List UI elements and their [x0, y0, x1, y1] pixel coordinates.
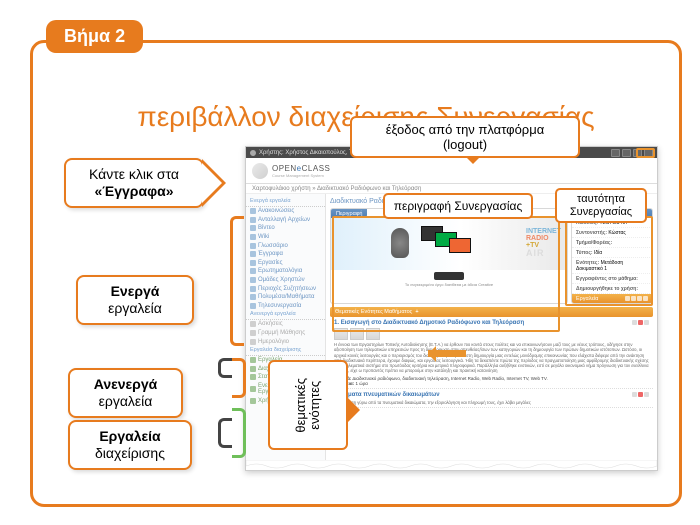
inbox-icon[interactable]	[611, 149, 620, 157]
app-logo-row: OPENeCLASS Course Management System	[246, 158, 657, 184]
sidebar-item[interactable]: Τηλεσυνεργασία	[246, 302, 325, 311]
tool-icon	[250, 277, 256, 283]
tool-icon	[250, 234, 256, 240]
bracket-admin-inner	[232, 408, 246, 458]
tool-icon	[250, 386, 256, 392]
sidebar-item[interactable]: Γλωσσάριο	[246, 241, 325, 250]
unit-duration: Διάρκεια: 1 ώρα	[334, 381, 649, 386]
bracket-admin	[218, 418, 232, 448]
hide-icon[interactable]	[644, 392, 649, 397]
unit-description: Η έννοια των Εργαστηρίων Τοπικής Αυτοδιο…	[334, 342, 649, 374]
tool-icon	[250, 398, 256, 404]
arrow-thematic	[428, 350, 466, 357]
sidebar-head-active: Ενεργά εργαλεία	[246, 197, 325, 207]
bracket-inactive-inner	[232, 358, 246, 398]
unit-actions[interactable]	[632, 392, 649, 398]
highlight-identity	[565, 216, 653, 306]
tool-icon	[250, 303, 256, 309]
sidebar-item[interactable]: Βίντεο	[246, 224, 325, 233]
edit-icon[interactable]	[632, 392, 637, 397]
tool-icon	[250, 366, 256, 372]
logo-text: OPENeCLASS	[272, 164, 330, 173]
sidebar-item[interactable]: Ανακοινώσεις	[246, 207, 325, 216]
sidebar-head-admin: Εργαλεία διαχείρισης	[246, 346, 325, 356]
torn-edge	[246, 460, 657, 470]
delete-icon[interactable]	[638, 320, 643, 325]
sidebar-item[interactable]: Wiki	[246, 233, 325, 242]
edit-icon[interactable]	[632, 320, 637, 325]
user-icon	[250, 150, 256, 156]
tool-icon	[250, 286, 256, 292]
sidebar-item[interactable]: Ομάδες Χρηστών	[246, 276, 325, 285]
highlight-description	[332, 216, 560, 332]
sidebar-item[interactable]: Ανταλλαγή Αρχείων	[246, 216, 325, 225]
callout-thematic: θεματικέςενότητες	[268, 360, 348, 450]
sidebar-item[interactable]: Ερωτηματολόγια	[246, 267, 325, 276]
step-badge: Βήμα 2	[46, 20, 143, 53]
tool-icon	[250, 260, 256, 266]
logo-icon	[252, 163, 268, 179]
tool-icon	[250, 268, 256, 274]
sidebar-item[interactable]: Εργασίες	[246, 259, 325, 268]
sidebar-item[interactable]: Γραμμή Μάθησης	[246, 329, 325, 338]
bracket-active	[230, 216, 244, 346]
callout-active-tools: Ενεργάεργαλεία	[76, 275, 194, 325]
callout-logout: έξοδος από την πλατφόρμα (logout)	[350, 116, 580, 158]
tool-icon	[250, 294, 256, 300]
tool-icon	[250, 208, 256, 214]
callout-identity: ταυτότηταΣυνεργασίας	[555, 188, 647, 223]
callout-click-documents: Κάντε κλικ στα«Έγγραφα»	[64, 158, 204, 208]
tool-icon	[250, 251, 256, 257]
sidebar-item[interactable]: Ασκήσεις	[246, 320, 325, 329]
sidebar-item[interactable]: Περιοχές Συζητήσεων	[246, 284, 325, 293]
logo-subtitle: Course Management System	[272, 173, 330, 178]
hide-icon[interactable]	[644, 320, 649, 325]
tool-icon	[250, 330, 256, 336]
profile-icon[interactable]	[622, 149, 631, 157]
tool-icon	[250, 374, 256, 380]
sidebar-item[interactable]: Πολυμέσα/Μαθήματα	[246, 293, 325, 302]
unit-actions[interactable]	[632, 320, 649, 326]
callout-inactive-tools: Ανενεργάεργαλεία	[68, 368, 183, 418]
sidebar-item-documents[interactable]: Έγγραφα	[246, 250, 325, 259]
tool-icon	[250, 217, 256, 223]
unit-description: Η συζήτηση γύρω από τα πνευματικά δικαιώ…	[334, 400, 649, 405]
sidebar-item[interactable]: Ημερολόγιο	[246, 337, 325, 346]
bracket-inactive	[218, 358, 232, 378]
callout-admin-tools: Εργαλείαδιαχείρισης	[68, 420, 192, 470]
highlight-logout	[636, 148, 655, 158]
tool-icon	[250, 357, 256, 363]
tool-icon	[250, 243, 256, 249]
unit-block: 2. Θέματα πνευματικών δικαιωμάτων Η συζή…	[330, 389, 653, 408]
callout-description: περιγραφή Συνεργασίας	[383, 193, 533, 219]
delete-icon[interactable]	[638, 392, 643, 397]
tool-icon	[250, 321, 256, 327]
tool-icon	[250, 339, 256, 345]
sidebar-head-inactive: Ανενεργά εργαλεία	[246, 310, 325, 320]
tool-icon	[250, 225, 256, 231]
